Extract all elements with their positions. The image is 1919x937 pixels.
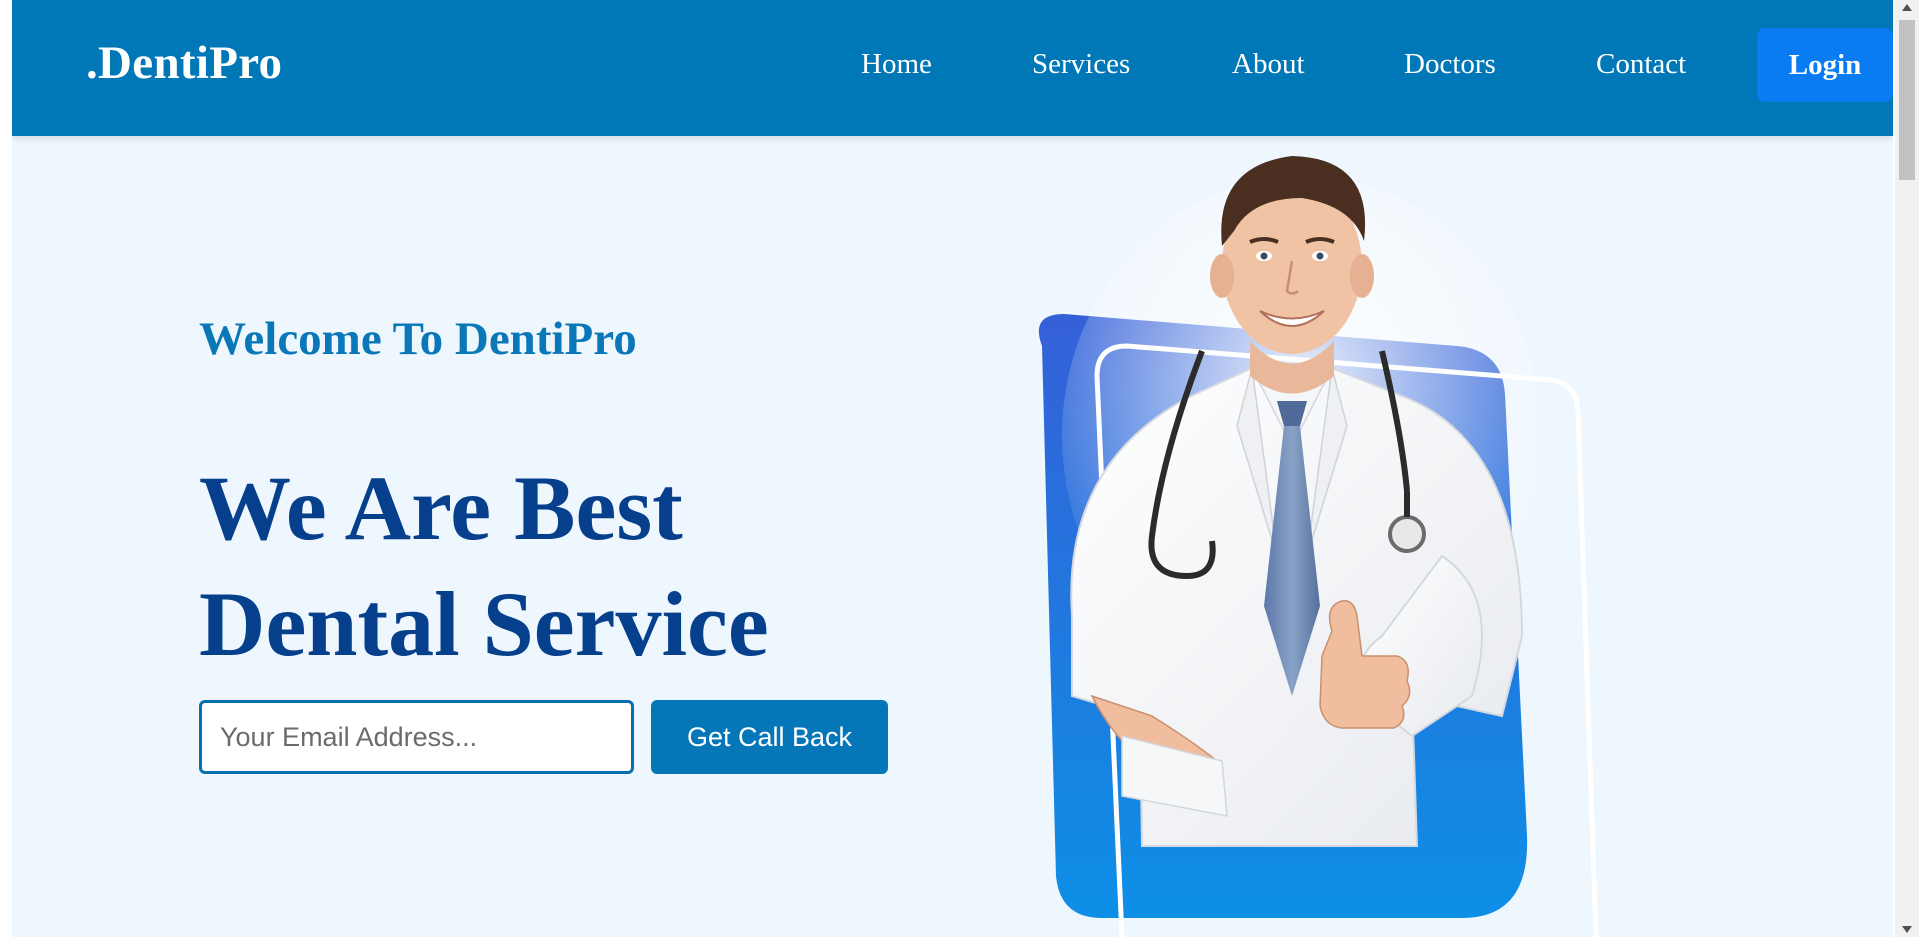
get-call-back-button[interactable]: Get Call Back [651, 700, 888, 774]
page: .DentiPro Home Services About Doctors Co… [12, 0, 1893, 937]
navbar: .DentiPro Home Services About Doctors Co… [12, 0, 1893, 136]
nav-link-contact[interactable]: Contact [1596, 48, 1686, 81]
nav-link-about[interactable]: About [1232, 48, 1305, 81]
nav-link-home[interactable]: Home [861, 48, 932, 81]
brand-logo[interactable]: .DentiPro [86, 36, 282, 90]
scrollbar-thumb[interactable] [1899, 20, 1915, 180]
page-scrollbar[interactable] [1895, 0, 1919, 937]
hero-headline-line-1: We Are Best [199, 457, 683, 559]
hero-headline-line-2: Dental Service [199, 573, 769, 675]
nav-link-doctors[interactable]: Doctors [1404, 48, 1496, 81]
nav-link-services[interactable]: Services [1032, 48, 1130, 81]
scroll-up-arrow-icon[interactable] [1902, 4, 1912, 11]
doctor-illustration-icon [1038, 156, 1599, 937]
email-input[interactable] [199, 700, 634, 774]
welcome-heading: Welcome To DentiPro [199, 313, 637, 365]
doctor-hero-image [1002, 136, 1642, 937]
hero-headline: We Are Best Dental Service [199, 450, 899, 682]
scroll-down-arrow-icon[interactable] [1902, 926, 1912, 933]
login-button[interactable]: Login [1757, 28, 1893, 102]
